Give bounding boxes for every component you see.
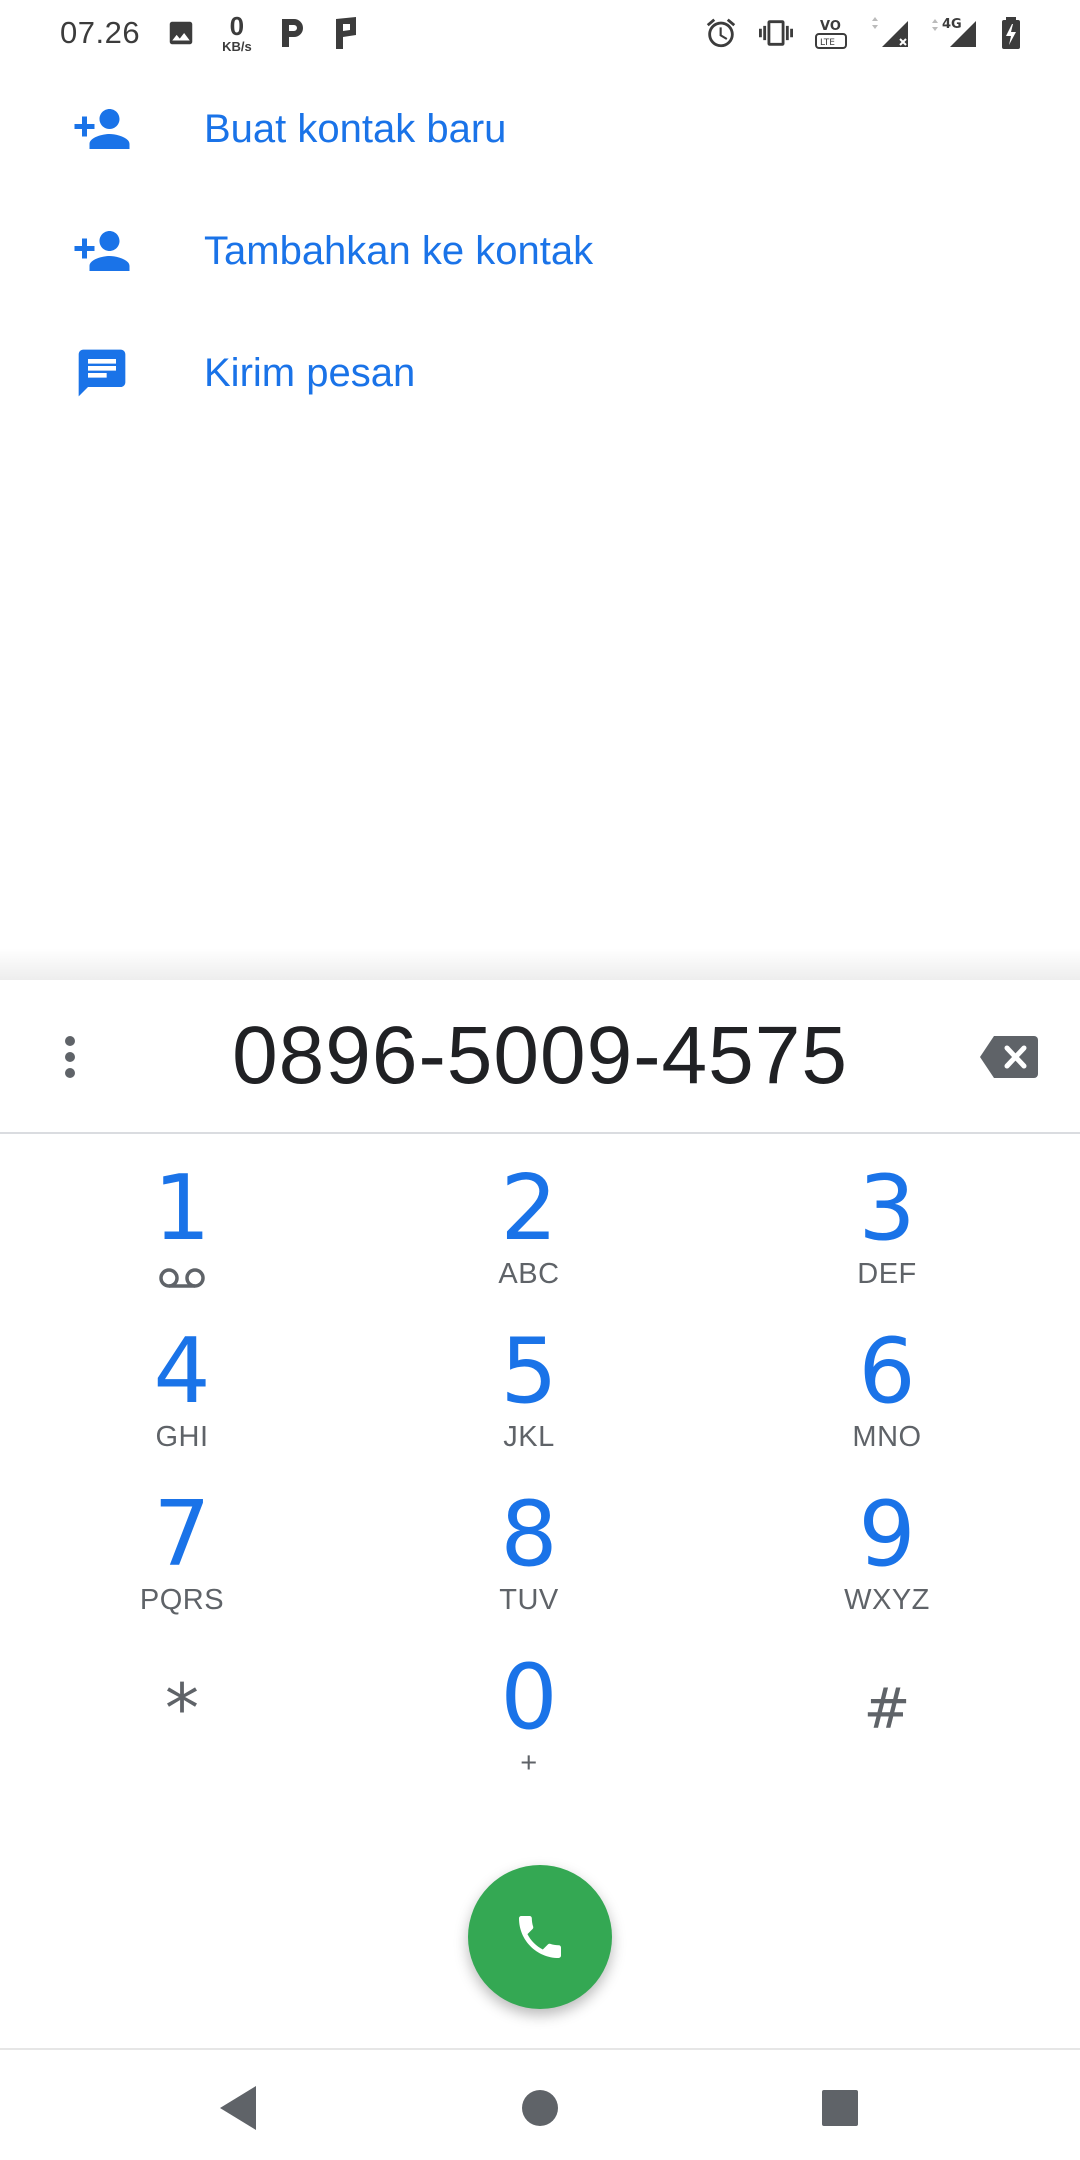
key-digit: 7 <box>153 1482 211 1587</box>
net-speed-unit: KB/s <box>222 39 252 54</box>
net-speed-indicator: 0 KB/s <box>222 13 252 53</box>
navigation-bar <box>0 2048 1080 2160</box>
key-digit: 4 <box>153 1319 211 1424</box>
signal-4g-icon: 4G <box>930 15 982 51</box>
backspace-icon <box>980 1036 1038 1078</box>
key-letters: + <box>520 1747 538 1779</box>
key-letters: JKL <box>503 1421 555 1453</box>
image-icon <box>166 18 196 48</box>
voicemail-icon <box>159 1264 205 1297</box>
network-type: 4G <box>942 17 962 32</box>
action-list: Buat kontak baru Tambahkan ke kontak Kir… <box>0 68 1080 434</box>
key-symbol: * <box>165 1670 199 1749</box>
key-hash[interactable]: # <box>694 1645 1080 1808</box>
dialed-number[interactable]: 0896-5009-4575 <box>0 1009 1080 1103</box>
add-person-icon <box>72 99 132 159</box>
signal-icon <box>868 15 912 51</box>
sheet-shadow <box>0 948 1080 980</box>
key-letters: WXYZ <box>844 1584 930 1616</box>
home-icon <box>522 2090 558 2126</box>
battery-charging-icon <box>1000 15 1022 51</box>
dialpad-sheet: 0896-5009-4575 1 2 ABC 3 DEF 4 GHI 5 JKL… <box>0 980 1080 2050</box>
key-star[interactable]: * <box>0 1645 364 1808</box>
key-letters: GHI <box>155 1421 209 1453</box>
key-3[interactable]: 3 DEF <box>694 1156 1080 1319</box>
key-2[interactable]: 2 ABC <box>364 1156 694 1319</box>
more-vert-icon <box>65 1036 75 1078</box>
key-digit: 8 <box>500 1482 558 1587</box>
key-digit: 2 <box>500 1156 558 1261</box>
key-digit: 1 <box>153 1156 211 1261</box>
home-button[interactable] <box>510 2078 570 2138</box>
key-digit: 6 <box>858 1319 916 1424</box>
status-time: 07.26 <box>60 15 141 50</box>
add-to-contact-item[interactable]: Tambahkan ke kontak <box>0 190 1080 312</box>
key-symbol: # <box>863 1677 911 1742</box>
key-letters: TUV <box>499 1584 559 1616</box>
volte-sub: LTE <box>820 38 835 48</box>
key-digit: 0 <box>500 1645 558 1750</box>
key-4[interactable]: 4 GHI <box>0 1319 364 1482</box>
p-app-icon <box>278 17 306 49</box>
net-speed-value: 0 <box>229 11 245 41</box>
key-9[interactable]: 9 WXYZ <box>694 1482 1080 1645</box>
key-digit: 5 <box>500 1319 558 1424</box>
key-5[interactable]: 5 JKL <box>364 1319 694 1482</box>
create-new-contact-item[interactable]: Buat kontak baru <box>0 68 1080 190</box>
key-8[interactable]: 8 TUV <box>364 1482 694 1645</box>
call-button[interactable] <box>468 1865 612 2009</box>
keypad: 1 2 ABC 3 DEF 4 GHI 5 JKL 6 MNO 7 PQRS 8… <box>0 1156 1080 1808</box>
action-label: Tambahkan ke kontak <box>204 228 594 273</box>
key-letters: DEF <box>857 1258 917 1290</box>
action-label: Kirim pesan <box>204 350 416 395</box>
alarm-icon <box>704 16 738 50</box>
status-bar: 07.26 0 KB/s VO LTE 4G <box>0 0 1080 66</box>
phone-icon <box>519 1916 561 1958</box>
recents-icon <box>822 2090 858 2126</box>
key-digit: 3 <box>858 1156 916 1261</box>
key-6[interactable]: 6 MNO <box>694 1319 1080 1482</box>
backspace-button[interactable] <box>976 1033 1042 1081</box>
add-person-icon <box>72 221 132 281</box>
vibrate-icon <box>756 16 796 50</box>
send-message-item[interactable]: Kirim pesan <box>0 312 1080 434</box>
back-icon <box>220 2086 256 2130</box>
volte-label: VO <box>820 19 841 34</box>
key-0[interactable]: 0 + <box>364 1645 694 1808</box>
volte-icon: VO LTE <box>814 15 850 51</box>
overflow-menu-button[interactable] <box>48 1027 92 1087</box>
action-label: Buat kontak baru <box>204 106 507 151</box>
digits-row: 0896-5009-4575 <box>0 980 1080 1134</box>
key-1[interactable]: 1 <box>0 1156 364 1319</box>
recents-button[interactable] <box>810 2078 870 2138</box>
key-letters: PQRS <box>139 1584 225 1616</box>
key-letters: MNO <box>852 1421 922 1453</box>
key-digit: 9 <box>858 1482 916 1587</box>
key-letters: ABC <box>498 1258 560 1290</box>
key-7[interactable]: 7 PQRS <box>0 1482 364 1645</box>
p-flag-icon <box>332 15 362 51</box>
back-button[interactable] <box>208 2078 268 2138</box>
message-icon <box>72 343 132 403</box>
